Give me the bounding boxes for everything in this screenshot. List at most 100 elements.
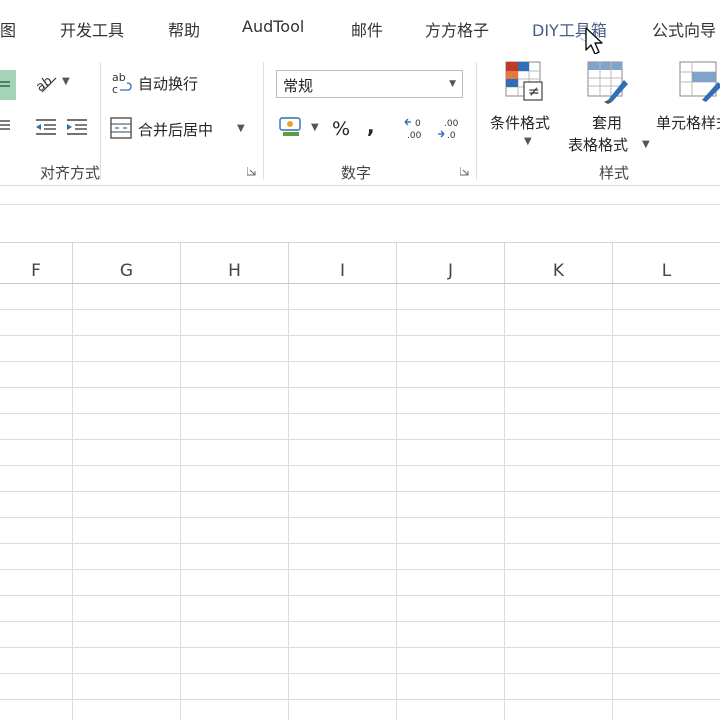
cell[interactable] [181, 284, 289, 310]
cell[interactable] [181, 622, 289, 648]
cell[interactable] [181, 492, 289, 518]
cell[interactable] [397, 440, 505, 466]
cell[interactable] [397, 362, 505, 388]
cell[interactable] [613, 310, 720, 336]
cell[interactable] [505, 414, 613, 440]
cell[interactable] [505, 336, 613, 362]
cell[interactable] [505, 492, 613, 518]
cell[interactable] [505, 596, 613, 622]
cell[interactable] [397, 622, 505, 648]
cell[interactable] [289, 466, 397, 492]
cell[interactable] [613, 570, 720, 596]
cell[interactable] [0, 596, 73, 622]
cell[interactable] [73, 622, 181, 648]
cell[interactable] [289, 362, 397, 388]
cell[interactable] [0, 544, 73, 570]
cell[interactable] [613, 414, 720, 440]
cell[interactable] [0, 310, 73, 336]
tab-fangfanggezi[interactable]: 方方格子 [425, 17, 489, 41]
cell[interactable] [181, 544, 289, 570]
cell[interactable] [397, 544, 505, 570]
cell[interactable] [0, 414, 73, 440]
decrease-decimal-button[interactable]: .00 .0 [436, 114, 464, 142]
cell[interactable] [505, 518, 613, 544]
percent-style-button[interactable]: % [332, 118, 350, 140]
cell[interactable] [181, 362, 289, 388]
cell[interactable] [505, 466, 613, 492]
cell[interactable] [613, 596, 720, 622]
cell[interactable] [181, 596, 289, 622]
cell[interactable] [0, 336, 73, 362]
cell[interactable] [289, 284, 397, 310]
cell[interactable] [289, 388, 397, 414]
cell[interactable] [613, 518, 720, 544]
cell[interactable] [73, 700, 181, 720]
cell[interactable] [613, 622, 720, 648]
cell[interactable] [0, 648, 73, 674]
cell[interactable] [181, 674, 289, 700]
increase-indent-button[interactable] [65, 116, 89, 138]
cell[interactable] [289, 570, 397, 596]
cell[interactable] [289, 414, 397, 440]
cell[interactable] [289, 544, 397, 570]
cell[interactable] [181, 570, 289, 596]
cell[interactable] [397, 674, 505, 700]
cell[interactable] [73, 362, 181, 388]
tab-mail[interactable]: 邮件 [351, 17, 383, 41]
cell[interactable] [505, 648, 613, 674]
cell[interactable] [613, 648, 720, 674]
column-header-F[interactable]: F [0, 243, 73, 283]
cell[interactable] [613, 284, 720, 310]
cell[interactable] [397, 492, 505, 518]
cell[interactable] [613, 544, 720, 570]
cell[interactable] [505, 674, 613, 700]
cell[interactable] [613, 388, 720, 414]
cell[interactable] [613, 336, 720, 362]
cell[interactable] [0, 440, 73, 466]
cell[interactable] [613, 700, 720, 720]
cell[interactable] [181, 310, 289, 336]
cell[interactable] [0, 362, 73, 388]
cell[interactable] [181, 700, 289, 720]
decrease-indent-button[interactable] [34, 116, 58, 138]
cell[interactable] [505, 570, 613, 596]
cell[interactable] [73, 466, 181, 492]
cell[interactable] [613, 362, 720, 388]
cell[interactable] [505, 622, 613, 648]
column-header-H[interactable]: H [181, 243, 289, 283]
tab-audtool[interactable]: AudTool [242, 17, 304, 36]
cell[interactable] [397, 648, 505, 674]
cell[interactable] [73, 492, 181, 518]
cell[interactable] [397, 596, 505, 622]
dialog-launcher-icon[interactable] [460, 167, 469, 176]
cell[interactable] [505, 310, 613, 336]
cell[interactable] [289, 622, 397, 648]
tab-developer[interactable]: 开发工具 [60, 17, 124, 41]
cell[interactable] [73, 544, 181, 570]
cell[interactable] [397, 700, 505, 720]
column-header-I[interactable]: I [289, 243, 397, 283]
column-header-K[interactable]: K [505, 243, 613, 283]
cell[interactable] [181, 648, 289, 674]
cell[interactable] [397, 310, 505, 336]
column-header-L[interactable]: L [613, 243, 720, 283]
cell[interactable] [289, 674, 397, 700]
tab-view[interactable]: 视图 [0, 17, 16, 41]
cell[interactable] [73, 570, 181, 596]
cell[interactable] [289, 518, 397, 544]
cell[interactable] [0, 284, 73, 310]
cell[interactable] [505, 388, 613, 414]
cell[interactable] [0, 622, 73, 648]
cell[interactable] [73, 518, 181, 544]
cell[interactable] [613, 492, 720, 518]
column-header-G[interactable]: G [73, 243, 181, 283]
cell[interactable] [73, 336, 181, 362]
cell[interactable] [505, 440, 613, 466]
cell[interactable] [181, 388, 289, 414]
cell[interactable] [0, 700, 73, 720]
orientation-button[interactable]: ab ▼ [33, 70, 74, 98]
cell[interactable] [0, 570, 73, 596]
cell[interactable] [397, 388, 505, 414]
cell[interactable] [73, 284, 181, 310]
cell[interactable] [0, 674, 73, 700]
